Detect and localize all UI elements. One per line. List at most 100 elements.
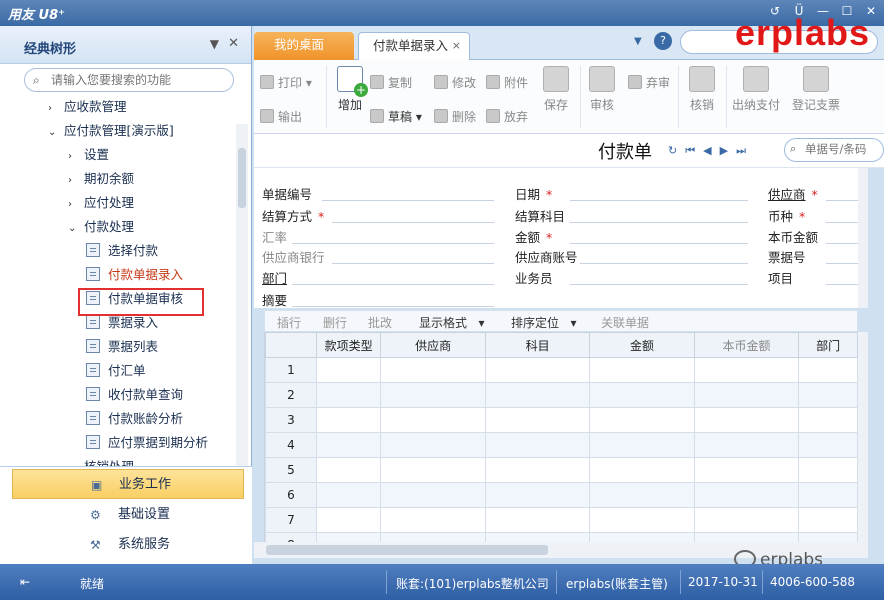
grid-cell[interactable]: [798, 482, 858, 508]
col-header[interactable]: 科目: [484, 332, 591, 358]
grid-cell[interactable]: [380, 532, 486, 542]
grid-cell[interactable]: [315, 432, 382, 458]
grid-vscrollbar[interactable]: [858, 332, 868, 558]
chevron-down-icon[interactable]: ⌄: [68, 218, 84, 240]
tab-desktop[interactable]: 我的桌面: [254, 32, 354, 60]
refresh-icon[interactable]: ↻: [668, 144, 677, 158]
table-row[interactable]: 2: [265, 382, 858, 408]
grid-cell[interactable]: [315, 407, 382, 433]
grid-cell[interactable]: [798, 432, 858, 458]
grid-cell[interactable]: [693, 532, 800, 542]
grid-cell[interactable]: [484, 457, 591, 483]
tree-item[interactable]: ⌄ 应付款管理[演示版]: [48, 120, 174, 142]
modify-button[interactable]: 修改: [434, 74, 476, 91]
grid-cell[interactable]: [589, 382, 695, 408]
grid-cell[interactable]: [315, 382, 382, 408]
scroll-thumb[interactable]: [266, 545, 548, 555]
grid-cell[interactable]: [484, 432, 591, 458]
pin-icon[interactable]: ▼: [210, 37, 219, 51]
tree-item[interactable]: 应付票据到期分析: [86, 432, 208, 454]
chevron-down-icon[interactable]: ⌄: [48, 122, 64, 144]
table-row[interactable]: 7: [265, 507, 858, 533]
add-button[interactable]: 增加: [330, 66, 370, 113]
grid-cell[interactable]: [798, 407, 858, 433]
col-header[interactable]: 部门: [798, 332, 858, 358]
draft-button[interactable]: 草稿 ▾: [370, 108, 422, 125]
grid-cell[interactable]: [589, 532, 695, 542]
nav-system-service[interactable]: ⚒ 系统服务: [12, 530, 244, 560]
nav-business[interactable]: ▣ 业务工作: [12, 469, 244, 499]
insert-row-button[interactable]: 插行: [277, 314, 301, 331]
grid-cell[interactable]: [589, 357, 695, 383]
tree-item[interactable]: › 设置: [68, 144, 109, 166]
next-record-icon[interactable]: ▶: [720, 144, 728, 158]
function-search-input[interactable]: [51, 72, 226, 88]
grid-cell[interactable]: [798, 357, 858, 383]
help-icon[interactable]: ?: [654, 32, 672, 50]
grid-cell[interactable]: [380, 432, 486, 458]
table-row[interactable]: 6: [265, 482, 858, 508]
tree-scrollbar[interactable]: [236, 124, 248, 492]
grid-cell[interactable]: [693, 432, 800, 458]
chevron-right-icon[interactable]: ›: [68, 458, 84, 466]
tree-item[interactable]: 付汇单: [86, 360, 146, 382]
nav-basic-settings[interactable]: ⚙ 基础设置: [12, 500, 244, 530]
attach-button[interactable]: 附件: [486, 74, 528, 91]
form-scrollbar[interactable]: [858, 168, 868, 308]
sort-locate-button[interactable]: 排序定位 ▾: [511, 314, 576, 331]
col-header[interactable]: 金额: [589, 332, 695, 358]
first-record-icon[interactable]: ⏮: [685, 144, 695, 158]
grid-cell[interactable]: [380, 407, 486, 433]
tree-item[interactable]: 付款单据录入: [86, 264, 183, 286]
grid-cell[interactable]: [484, 482, 591, 508]
tree-item[interactable]: 收付款单查询: [86, 384, 183, 406]
grid-cell[interactable]: [380, 482, 486, 508]
grid-cell[interactable]: [484, 382, 591, 408]
grid-cell[interactable]: [798, 507, 858, 533]
grid-cell[interactable]: [589, 407, 695, 433]
tree-item[interactable]: 选择付款: [86, 240, 158, 262]
grid-cell[interactable]: [380, 382, 486, 408]
grid-cell[interactable]: [798, 532, 858, 542]
close-icon[interactable]: ×: [452, 33, 461, 59]
table-row[interactable]: 4: [265, 432, 858, 458]
back-icon[interactable]: ⇤: [20, 575, 30, 589]
delete-row-button[interactable]: 删行: [323, 314, 347, 331]
grid-cell[interactable]: [380, 507, 486, 533]
chevron-right-icon[interactable]: ›: [48, 98, 64, 120]
grid-cell[interactable]: [798, 382, 858, 408]
tree-item[interactable]: › 期初余额: [68, 168, 134, 190]
save-button[interactable]: 保存: [536, 66, 576, 113]
chevron-right-icon[interactable]: ›: [68, 194, 84, 216]
grid-cell[interactable]: [484, 507, 591, 533]
grid-cell[interactable]: [589, 432, 695, 458]
verify-button[interactable]: 核销: [682, 66, 722, 113]
col-header[interactable]: 供应商: [380, 332, 486, 358]
grid-cell[interactable]: [693, 407, 800, 433]
batch-edit-button[interactable]: 批改: [368, 314, 392, 331]
grid-cell[interactable]: [589, 507, 695, 533]
grid-cell[interactable]: [315, 482, 382, 508]
grid-cell[interactable]: [693, 457, 800, 483]
table-row[interactable]: 5: [265, 457, 858, 483]
col-header[interactable]: 本币金额: [693, 332, 800, 358]
grid-cell[interactable]: [315, 457, 382, 483]
grid-cell[interactable]: [484, 532, 591, 542]
audit-button[interactable]: 审核: [582, 66, 622, 113]
tab-payment-entry[interactable]: 付款单据录入 ×: [358, 32, 470, 60]
tree-item[interactable]: ›核销处理: [68, 456, 134, 466]
display-format-button[interactable]: 显示格式 ▾: [419, 314, 484, 331]
grid-cell[interactable]: [589, 482, 695, 508]
tree-item[interactable]: › 应收款管理: [48, 98, 127, 118]
col-header[interactable]: 款项类型: [315, 332, 382, 358]
grid-cell[interactable]: [380, 357, 486, 383]
tree-item[interactable]: 付款账龄分析: [86, 408, 183, 430]
grid-cell[interactable]: [380, 457, 486, 483]
function-search[interactable]: ⌕: [24, 68, 234, 92]
cashier-pay-button[interactable]: 出纳支付: [730, 66, 782, 113]
table-row[interactable]: 3: [265, 407, 858, 433]
chevron-right-icon[interactable]: ›: [68, 146, 84, 168]
close-icon[interactable]: ✕: [228, 36, 239, 51]
chevron-right-icon[interactable]: ›: [68, 170, 84, 192]
tree-item[interactable]: › 应付处理: [68, 192, 134, 214]
